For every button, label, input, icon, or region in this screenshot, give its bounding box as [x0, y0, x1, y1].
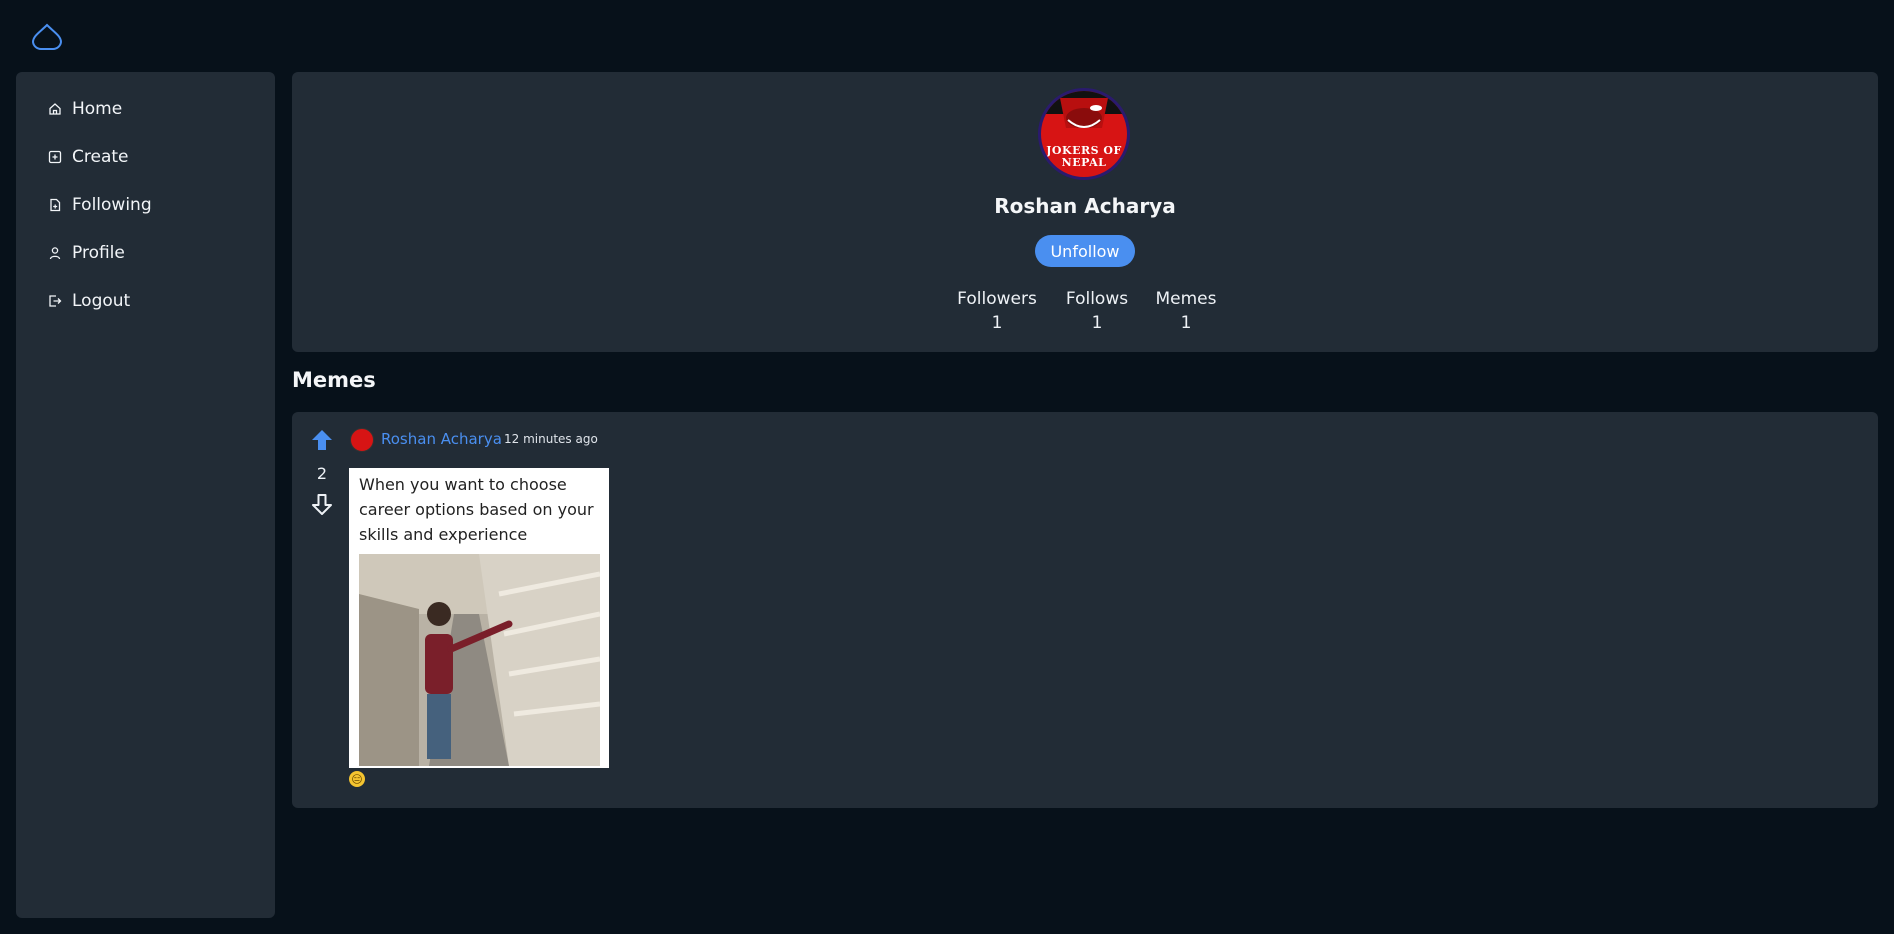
sidebar-item-label: Following [72, 195, 152, 215]
sidebar-item-label: Create [72, 147, 129, 167]
post-time: 12 minutes ago [504, 432, 598, 446]
unfollow-button[interactable]: Unfollow [1035, 235, 1135, 267]
user-icon [49, 247, 61, 260]
followers-count: 1 [991, 313, 1003, 333]
memes-count: 1 [1180, 313, 1192, 333]
followers-label: Followers [957, 289, 1037, 309]
meme-photo [359, 554, 600, 766]
sidebar-item-label: Home [72, 99, 123, 119]
profile-avatar: JOKERS OF NEPAL [1038, 88, 1130, 180]
vote-count: 2 [316, 464, 328, 483]
sidebar-item-label: Logout [72, 291, 131, 311]
avatar-text-line2: NEPAL [1061, 156, 1107, 169]
downvote-arrow-icon[interactable] [310, 492, 334, 516]
file-plus-icon [50, 198, 61, 212]
logout-icon [49, 295, 62, 307]
follows-count: 1 [1091, 313, 1103, 333]
memes-label: Memes [1155, 289, 1217, 309]
sidebar: Home Create Following Profile Logout [16, 72, 275, 918]
follows-stat[interactable]: Follows 1 [1062, 289, 1132, 333]
sidebar-item-home[interactable]: Home [48, 95, 122, 123]
profile-card: JOKERS OF NEPAL Roshan Acharya Unfollow … [292, 72, 1878, 352]
reaction-emoji[interactable]: 😑 [349, 771, 365, 787]
memes-stat[interactable]: Memes 1 [1151, 289, 1221, 333]
sidebar-item-profile[interactable]: Profile [48, 239, 125, 267]
author-name-link[interactable]: Roshan Acharya [381, 430, 502, 448]
sidebar-item-create[interactable]: Create [48, 143, 129, 171]
memes-section-title: Memes [292, 368, 376, 392]
meme-caption: When you want to choose career options b… [359, 475, 594, 544]
sidebar-item-logout[interactable]: Logout [48, 287, 130, 315]
author-avatar [350, 428, 374, 452]
avatar-text: JOKERS OF NEPAL [1041, 145, 1127, 169]
home-icon [49, 103, 61, 115]
upvote-arrow-icon[interactable] [310, 428, 334, 452]
sidebar-item-label: Profile [72, 243, 125, 263]
sidebar-item-following[interactable]: Following [48, 191, 152, 219]
plus-square-icon [48, 150, 62, 164]
follows-label: Follows [1065, 289, 1129, 309]
followers-stat[interactable]: Followers 1 [957, 289, 1037, 333]
profile-name: Roshan Acharya [994, 194, 1176, 218]
meme-image[interactable]: When you want to choose career options b… [349, 468, 609, 768]
meme-card: 2 Roshan Acharya 12 minutes ago When you… [292, 412, 1878, 808]
cloud-logo-icon[interactable] [30, 22, 64, 52]
